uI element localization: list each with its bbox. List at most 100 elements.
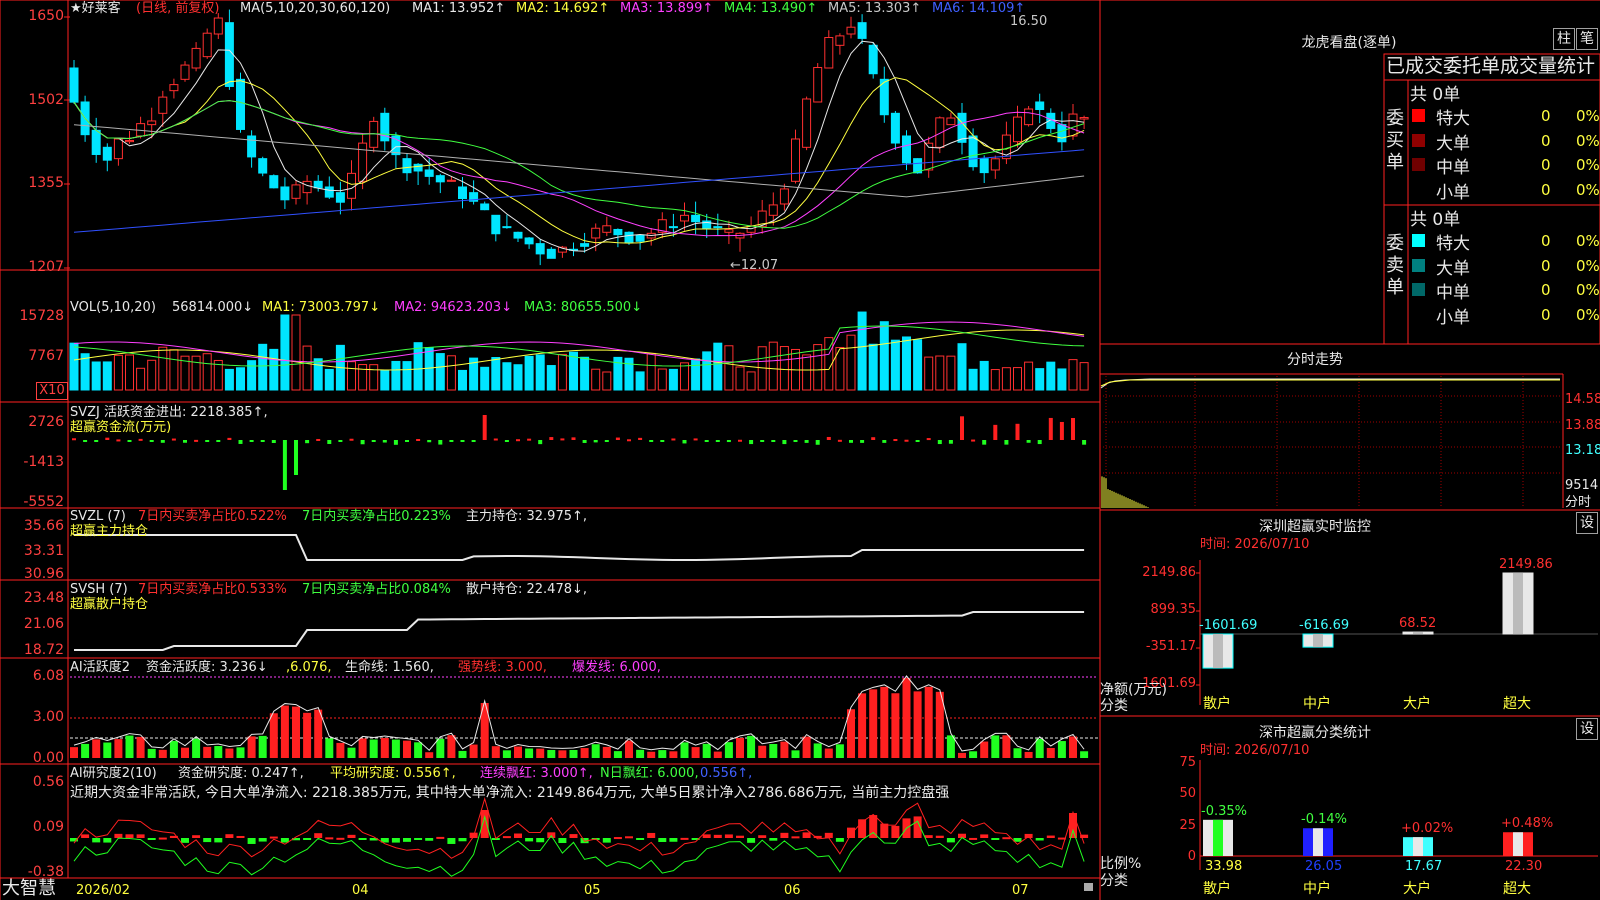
research-bar xyxy=(192,835,201,838)
research-bar xyxy=(158,837,167,840)
stock-title[interactable]: ★好莱客 xyxy=(70,1,121,16)
ma-value-2: MA2: 14.692↑ xyxy=(516,1,610,16)
svzj-bar xyxy=(138,438,143,441)
svzj-bar xyxy=(793,440,798,442)
research-bar xyxy=(758,835,767,838)
activity-bar xyxy=(880,686,889,758)
research-bar xyxy=(824,832,833,838)
candle-body xyxy=(91,129,101,155)
svzj-bar xyxy=(493,438,498,441)
ai2-axis-1: 0.56 xyxy=(32,774,64,790)
research-bar xyxy=(236,835,245,838)
activity-bar xyxy=(769,743,778,758)
monitor-value-3: 2149.86 xyxy=(1499,557,1553,572)
candle-body xyxy=(202,32,212,58)
activity-bar xyxy=(236,747,245,758)
research-bar xyxy=(658,838,667,842)
activity-bar xyxy=(969,751,978,758)
volume-bar xyxy=(247,360,257,391)
research-bar xyxy=(247,838,256,844)
svzj-bar xyxy=(1071,418,1075,440)
candle-body xyxy=(236,78,245,130)
monitor-bar-0 xyxy=(1202,633,1234,669)
candle-body xyxy=(524,237,534,245)
buy-side-label: 委买单 xyxy=(1386,108,1404,173)
svzj-bar xyxy=(216,440,221,442)
candle-body xyxy=(169,84,179,92)
research-bar xyxy=(325,837,334,840)
research-bar xyxy=(891,825,900,838)
ma-value-1: MA1: 13.952↑ xyxy=(412,1,506,16)
svzl-sub: 超赢主力持仓 xyxy=(70,524,149,539)
date-0: 2026/02 xyxy=(76,883,131,898)
activity-bar xyxy=(125,735,134,758)
candle-body xyxy=(624,231,634,243)
activity-bar xyxy=(414,742,423,758)
classify-time: 时间: 2026/07/10 xyxy=(1200,743,1310,758)
bar-mode-button[interactable]: 柱 xyxy=(1553,28,1575,50)
ma-value-4: MA4: 13.490↑ xyxy=(724,1,818,16)
candle-body xyxy=(957,112,967,143)
activity-bar xyxy=(491,746,500,758)
price-axis-1: 1650 xyxy=(28,8,64,24)
volume-bar xyxy=(413,342,423,391)
monitor-settings-button[interactable]: 设 xyxy=(1576,512,1598,534)
volume-bar xyxy=(291,314,301,391)
candle-body xyxy=(935,117,945,148)
volume-bar xyxy=(957,343,967,391)
sell-swatch-0 xyxy=(1412,234,1425,247)
tick-mode-button[interactable]: 笔 xyxy=(1576,28,1598,50)
lock-icon[interactable] xyxy=(1084,883,1093,891)
svzj-bar xyxy=(371,440,376,442)
volume-bar xyxy=(502,362,512,391)
research-bar xyxy=(835,838,844,842)
svzj-bar xyxy=(627,439,631,442)
research-bar xyxy=(480,810,489,838)
classify-value-3: 22.30 xyxy=(1505,859,1543,874)
svsh-axis-1: 23.48 xyxy=(23,590,64,606)
volume-bar xyxy=(557,353,567,391)
volume-bar xyxy=(546,365,556,391)
activity-bar xyxy=(514,746,522,758)
sell-row-count-2: 0 xyxy=(1541,281,1551,299)
volume-bar xyxy=(169,349,179,391)
svzl-spec: SVZL (7) xyxy=(70,509,126,524)
research-bar xyxy=(314,833,323,838)
volume-bar xyxy=(924,356,934,391)
activity-bar xyxy=(580,748,589,758)
candle-body xyxy=(180,64,190,80)
chart-canvas[interactable] xyxy=(0,0,1600,900)
volume-bar xyxy=(236,367,245,391)
activity-bar xyxy=(780,741,789,758)
activity-bar xyxy=(991,735,1000,758)
activity-bar xyxy=(403,740,411,758)
classify-tick-4: 0 xyxy=(1187,849,1196,864)
brand-logo[interactable]: 大智慧 xyxy=(2,879,56,899)
candle-body xyxy=(258,158,268,174)
volume-bar xyxy=(846,334,856,391)
buy-swatch-2 xyxy=(1412,158,1425,171)
svzj-bar xyxy=(94,440,99,442)
fenshi-price-1: 14.58 xyxy=(1565,392,1600,407)
monitor-cat-2: 大户 xyxy=(1403,696,1431,712)
activity-bar xyxy=(636,749,645,758)
research-line-green xyxy=(73,814,1085,877)
volume-bar xyxy=(1013,367,1022,391)
research-bar xyxy=(713,834,722,838)
candle-body xyxy=(247,135,257,158)
svsh-a: 7日内买卖净占比0.533% xyxy=(138,582,287,597)
date-3: 06 xyxy=(784,883,801,898)
svzl-c: 主力持仓: 32.975↑, xyxy=(466,509,588,524)
research-bar xyxy=(136,834,145,838)
volume-bar xyxy=(624,357,634,391)
sell-side-label: 委卖单 xyxy=(1386,233,1404,298)
fenshi-title: 分时走势 xyxy=(1287,352,1343,368)
classify-settings-button[interactable]: 设 xyxy=(1576,718,1598,740)
monitor-bar-shade xyxy=(1413,632,1423,635)
activity-bar xyxy=(647,751,656,758)
monitor-cat-1: 中户 xyxy=(1303,696,1331,712)
activity-bar xyxy=(669,751,678,758)
activity-bar xyxy=(658,750,667,758)
volume-bar xyxy=(857,311,867,391)
volume-bar xyxy=(446,355,456,391)
